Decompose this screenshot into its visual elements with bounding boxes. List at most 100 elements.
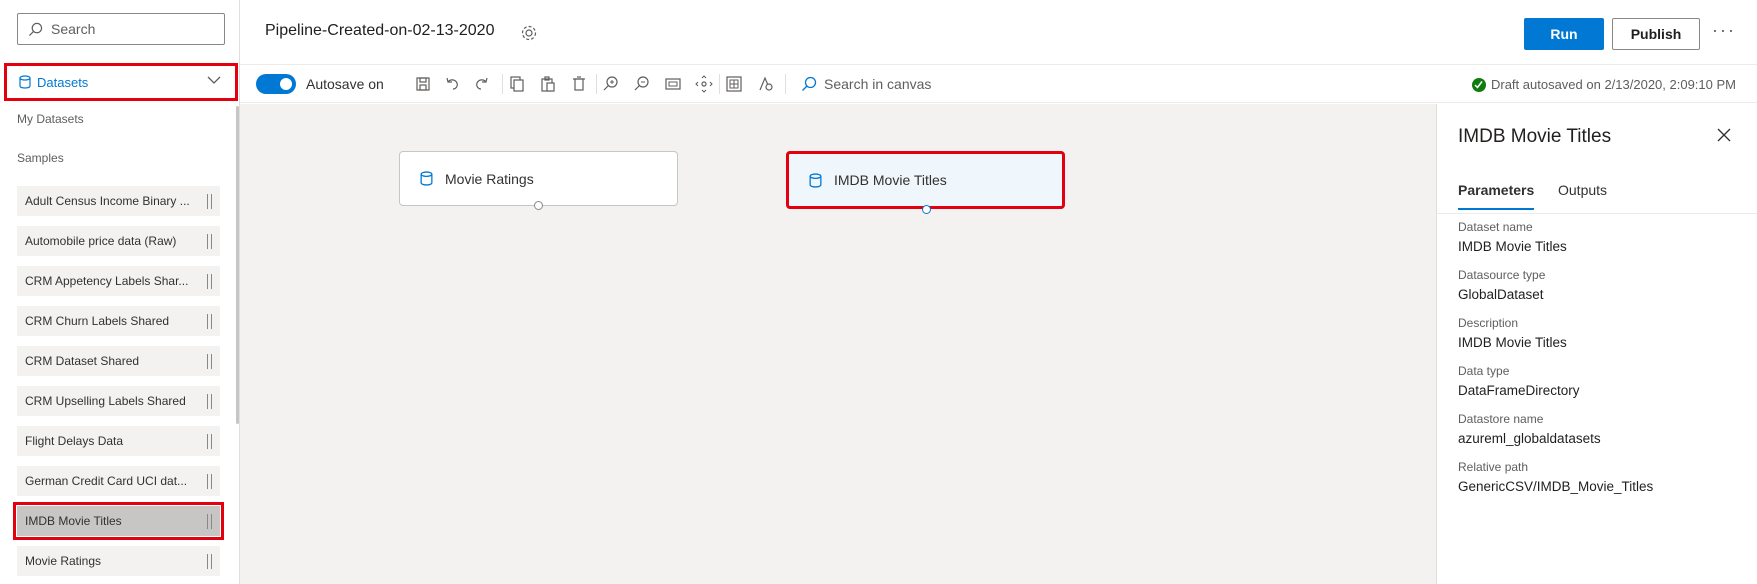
- my-datasets-label[interactable]: My Datasets: [17, 112, 84, 126]
- param-label: Dataset name: [1458, 220, 1533, 234]
- canvas-search-input[interactable]: Search in canvas: [824, 76, 931, 92]
- datasets-category-header[interactable]: Datasets: [4, 63, 238, 101]
- dataset-item[interactable]: CRM Upselling Labels Shared: [17, 386, 220, 416]
- samples-label[interactable]: Samples: [17, 151, 64, 165]
- toggle-knob: [280, 78, 292, 90]
- undo-icon[interactable]: [443, 75, 461, 93]
- save-icon[interactable]: [414, 75, 432, 93]
- node-label: IMDB Movie Titles: [834, 172, 947, 188]
- toolbar-divider: [596, 74, 597, 94]
- drag-handle-icon[interactable]: [207, 514, 212, 529]
- dataset-item[interactable]: CRM Appetency Labels Shar...: [17, 266, 220, 296]
- drag-handle-icon[interactable]: [207, 434, 212, 449]
- param-label: Description: [1458, 316, 1519, 330]
- dataset-item-label: Flight Delays Data: [25, 434, 124, 448]
- autosave-label: Autosave on: [306, 76, 384, 92]
- dataset-item[interactable]: German Credit Card UCI dat...: [17, 466, 220, 496]
- minimap-icon[interactable]: [725, 75, 743, 93]
- more-options-button[interactable]: ···: [1712, 20, 1736, 41]
- dataset-item[interactable]: Movie Ratings: [17, 546, 220, 576]
- toolbar-divider: [502, 74, 503, 94]
- draft-status-text: Draft autosaved on 2/13/2020, 2:09:10 PM: [1490, 77, 1736, 92]
- drag-handle-icon[interactable]: [207, 474, 212, 489]
- param-label: Datasource type: [1458, 268, 1546, 282]
- drag-handle-icon[interactable]: [207, 234, 212, 249]
- param-label: Datastore name: [1458, 412, 1544, 426]
- drag-handle-icon[interactable]: [207, 194, 212, 209]
- database-icon: [809, 172, 822, 188]
- pan-icon[interactable]: [695, 75, 713, 93]
- drag-handle-icon[interactable]: [207, 274, 212, 289]
- auto-layout-icon[interactable]: [756, 75, 774, 93]
- drag-handle-icon[interactable]: [207, 554, 212, 569]
- dataset-item-label: CRM Churn Labels Shared: [25, 314, 170, 328]
- copy-icon[interactable]: [508, 75, 526, 93]
- param-value: azureml_globaldatasets: [1458, 431, 1601, 446]
- redo-icon[interactable]: [473, 75, 491, 93]
- param-label: Relative path: [1458, 460, 1529, 474]
- pipeline-canvas[interactable]: Movie Ratings IMDB Movie Titles: [240, 104, 1436, 584]
- param-label: Data type: [1458, 364, 1510, 378]
- chevron-down-icon[interactable]: [207, 73, 221, 87]
- drag-handle-icon[interactable]: [207, 394, 212, 409]
- palette-scrollbar[interactable]: [236, 106, 239, 424]
- checkmark-icon: [1471, 77, 1486, 92]
- delete-icon[interactable]: [570, 75, 588, 93]
- dataset-item-label: CRM Upselling Labels Shared: [25, 394, 186, 408]
- pipeline-node[interactable]: Movie Ratings: [399, 151, 678, 210]
- toolbar-divider: [785, 74, 786, 94]
- panel-title: IMDB Movie Titles: [1458, 126, 1612, 147]
- dataset-item-label: IMDB Movie Titles: [25, 514, 122, 528]
- toolbar-divider: [719, 74, 720, 94]
- pipeline-node-selected[interactable]: IMDB Movie Titles: [786, 151, 1065, 214]
- zoom-out-icon[interactable]: [633, 75, 651, 93]
- drag-handle-icon[interactable]: [207, 314, 212, 329]
- pipeline-title[interactable]: Pipeline-Created-on-02-13-2020: [265, 22, 494, 40]
- zoom-in-icon[interactable]: [602, 75, 620, 93]
- dataset-item[interactable]: CRM Churn Labels Shared: [17, 306, 220, 336]
- tab-parameters[interactable]: Parameters: [1458, 182, 1535, 210]
- param-value: DataFrameDirectory: [1458, 383, 1580, 398]
- palette-search-placeholder: Search: [51, 21, 96, 37]
- dataset-item-label: German Credit Card UCI dat...: [25, 474, 188, 488]
- palette-search-input[interactable]: Search: [17, 13, 225, 45]
- output-port[interactable]: [534, 201, 543, 210]
- pipeline-header: Pipeline-Created-on-02-13-2020 Run Publi…: [240, 0, 1757, 65]
- module-palette: Search Datasets My Datasets Samples Adul…: [0, 0, 240, 584]
- canvas-toolbar: Autosave on Search in canvas Draft autos…: [240, 66, 1757, 103]
- fit-to-screen-icon[interactable]: [664, 75, 682, 93]
- dataset-item-label: Automobile price data (Raw): [25, 234, 177, 248]
- tab-outputs[interactable]: Outputs: [1558, 182, 1607, 208]
- param-value: IMDB Movie Titles: [1458, 335, 1567, 350]
- close-icon[interactable]: [1717, 128, 1731, 142]
- panel-tabs: Parameters Outputs: [1437, 174, 1757, 214]
- search-icon: [28, 22, 43, 36]
- paste-icon[interactable]: [539, 75, 557, 93]
- param-value: IMDB Movie Titles: [1458, 239, 1567, 254]
- dataset-item[interactable]: Adult Census Income Binary ...: [17, 186, 220, 216]
- dataset-item-label: Adult Census Income Binary ...: [25, 194, 190, 208]
- dataset-item[interactable]: Automobile price data (Raw): [17, 226, 220, 256]
- dataset-item-selected[interactable]: IMDB Movie Titles: [13, 502, 224, 540]
- node-label: Movie Ratings: [445, 170, 534, 187]
- param-value: GlobalDataset: [1458, 287, 1544, 302]
- datasets-category-label: Datasets: [37, 74, 89, 90]
- database-icon: [420, 171, 433, 186]
- autosave-toggle[interactable]: [256, 74, 296, 94]
- dataset-list: Adult Census Income Binary ... Automobil…: [13, 186, 224, 584]
- gear-icon[interactable]: [520, 24, 538, 42]
- dataset-item-label: CRM Appetency Labels Shar...: [25, 274, 189, 288]
- publish-button[interactable]: Publish: [1612, 18, 1700, 50]
- dataset-item-label: CRM Dataset Shared: [25, 354, 140, 368]
- search-icon[interactable]: [801, 76, 817, 92]
- draft-status: Draft autosaved on 2/13/2020, 2:09:10 PM: [1471, 77, 1736, 92]
- dataset-item[interactable]: CRM Dataset Shared: [17, 346, 220, 376]
- parameter-list: Dataset name IMDB Movie Titles Datasourc…: [1458, 220, 1748, 508]
- database-icon: [19, 75, 31, 89]
- dataset-item[interactable]: Flight Delays Data: [17, 426, 220, 456]
- output-port[interactable]: [922, 205, 931, 214]
- param-value: GenericCSV/IMDB_Movie_Titles: [1458, 479, 1654, 494]
- run-button[interactable]: Run: [1524, 18, 1604, 50]
- properties-panel: IMDB Movie Titles Parameters Outputs Dat…: [1436, 104, 1757, 584]
- drag-handle-icon[interactable]: [207, 354, 212, 369]
